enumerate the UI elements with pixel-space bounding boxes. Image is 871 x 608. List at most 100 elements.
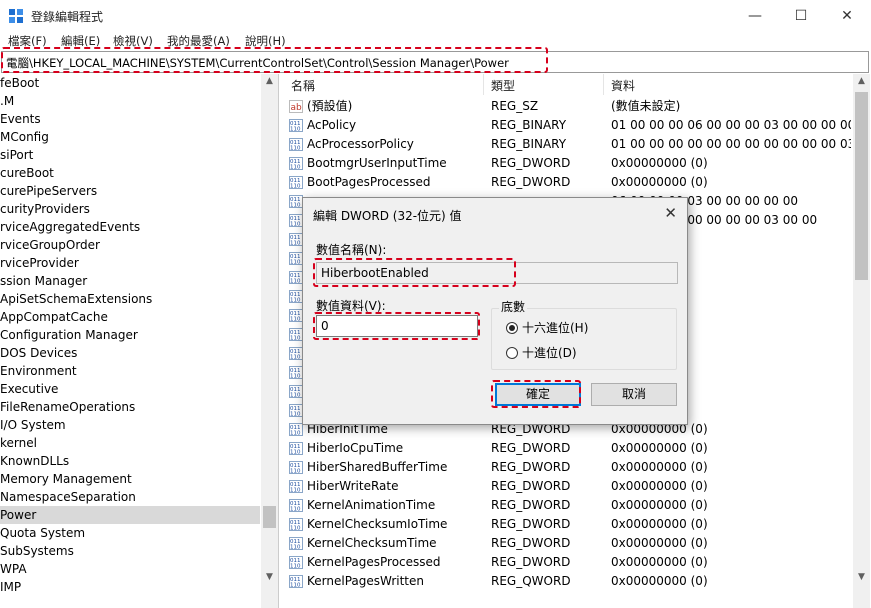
- binary-value-icon: 011 110: [289, 176, 303, 190]
- address-path: 電腦\HKEY_LOCAL_MACHINE\SYSTEM\CurrentCont…: [6, 56, 509, 70]
- tree-item[interactable]: Events: [0, 110, 260, 128]
- base-group-title: 底數: [499, 298, 528, 315]
- tree-item[interactable]: ssion Manager: [0, 272, 260, 290]
- tree-item[interactable]: Configuration Manager: [0, 326, 260, 344]
- tree-item[interactable]: Memory Management: [0, 470, 260, 488]
- svg-text:110: 110: [290, 355, 301, 361]
- menu-favorites[interactable]: 我的最愛(A): [167, 33, 230, 49]
- binary-value-icon: 011 110: [289, 157, 303, 171]
- tree-item[interactable]: rviceProvider: [0, 254, 260, 272]
- value-name: KernelPagesProcessed: [307, 555, 441, 569]
- svg-text:110: 110: [290, 431, 301, 437]
- scroll-down-icon[interactable]: ▼: [261, 572, 278, 582]
- scroll-up-icon[interactable]: ▲: [853, 76, 870, 86]
- value-name: KernelChecksumIoTime: [307, 517, 448, 531]
- value-row[interactable]: ab (預設值) REG_SZ (數值未設定): [285, 97, 855, 116]
- tree-item[interactable]: DOS Devices: [0, 344, 260, 362]
- scroll-down-icon[interactable]: ▼: [853, 572, 870, 582]
- value-row[interactable]: 011 110 BootPagesProcessed REG_DWORD 0x00000…: [285, 173, 855, 192]
- value-type: REG_DWORD: [491, 555, 571, 569]
- tree-item[interactable]: Environment: [0, 362, 260, 380]
- column-name[interactable]: 名稱: [291, 77, 315, 94]
- value-row[interactable]: 011 110 KernelChecksumIoTime REG_DWORD 0x000…: [285, 515, 855, 534]
- list-scroll-thumb[interactable]: [855, 92, 868, 280]
- binary-value-icon: 011 110: [289, 461, 303, 475]
- value-name-field[interactable]: HiberbootEnabled: [316, 262, 678, 284]
- value-type: REG_DWORD: [491, 479, 571, 493]
- tree-scroll-thumb[interactable]: [263, 506, 276, 528]
- binary-value-icon: 011 110: [289, 309, 303, 323]
- ok-button[interactable]: 確定: [495, 383, 581, 406]
- tree-item[interactable]: Power: [0, 506, 260, 524]
- tree-item[interactable]: FileRenameOperations: [0, 398, 260, 416]
- column-data[interactable]: 資料: [611, 77, 635, 94]
- tree-item[interactable]: .M: [0, 92, 260, 110]
- menu-help[interactable]: 說明(H): [245, 33, 286, 49]
- value-row[interactable]: 011 110 KernelAnimationTime REG_DWORD 0x0000…: [285, 496, 855, 515]
- tree-item[interactable]: rviceAggregatedEvents: [0, 218, 260, 236]
- menu-file[interactable]: 檔案(F): [8, 33, 47, 49]
- cancel-button[interactable]: 取消: [591, 383, 677, 406]
- value-type: REG_DWORD: [491, 536, 571, 550]
- binary-value-icon: 011 110: [289, 556, 303, 570]
- value-name: HiberWriteRate: [307, 479, 399, 493]
- key-tree-pane[interactable]: feBoot .M Events MConfig siPort cureBoot cureP…: [0, 74, 279, 608]
- value-row[interactable]: 011 110 HiberWriteRate REG_DWORD 0x00000000 …: [285, 477, 855, 496]
- tree-item[interactable]: ApiSetSchemaExtensions: [0, 290, 260, 308]
- list-scrollbar[interactable]: ▲ ▼: [853, 74, 870, 608]
- value-row[interactable]: 011 110 AcPolicy REG_BINARY 01 00 00 00 06 0…: [285, 116, 855, 135]
- minimize-button[interactable]: —: [732, 0, 778, 32]
- value-data-input[interactable]: 0: [316, 315, 478, 337]
- tree-item[interactable]: Quota System: [0, 524, 260, 542]
- maximize-button[interactable]: ☐: [778, 0, 824, 32]
- tree-item[interactable]: curePipeServers: [0, 182, 260, 200]
- value-row[interactable]: 011 110 BootmgrUserInputTime REG_DWORD 0x000…: [285, 154, 855, 173]
- value-row[interactable]: 011 110 KernelPagesProcessed REG_DWORD 0x000…: [285, 553, 855, 572]
- hex-radio[interactable]: 十六進位(H): [506, 319, 588, 336]
- tree-item[interactable]: curityProviders: [0, 200, 260, 218]
- value-row[interactable]: 011 110 HiberIoCpuTime REG_DWORD 0x00000000 …: [285, 439, 855, 458]
- value-row[interactable]: 011 110 HiberSharedBufferTime REG_DWORD 0x00…: [285, 458, 855, 477]
- value-row[interactable]: 011 110 KernelChecksumTime REG_DWORD 0x00000…: [285, 534, 855, 553]
- menu-bar: 檔案(F) 編輯(E) 檢視(V) 我的最愛(A) 說明(H): [0, 32, 871, 50]
- value-row[interactable]: 011 110 AcProcessorPolicy REG_BINARY 01 00 0…: [285, 135, 855, 154]
- binary-value-icon: 011 110: [289, 138, 303, 152]
- menu-view[interactable]: 檢視(V): [113, 33, 153, 49]
- tree-item[interactable]: SubSystems: [0, 542, 260, 560]
- binary-value-icon: 011 110: [289, 214, 303, 228]
- tree-item[interactable]: I/O System: [0, 416, 260, 434]
- dialog-close-icon[interactable]: ✕: [664, 204, 677, 222]
- tree-item[interactable]: KnownDLLs: [0, 452, 260, 470]
- tree-item[interactable]: rviceGroupOrder: [0, 236, 260, 254]
- scroll-up-icon[interactable]: ▲: [261, 76, 278, 86]
- binary-value-icon: 011 110: [289, 385, 303, 399]
- tree-item[interactable]: NamespaceSeparation: [0, 488, 260, 506]
- tree-item[interactable]: Executive: [0, 380, 260, 398]
- column-type[interactable]: 類型: [491, 77, 515, 94]
- edit-dword-dialog: 編輯 DWORD (32-位元) 值 ✕ 數值名稱(N): HiberbootE…: [302, 197, 688, 425]
- binary-value-icon: 011 110: [289, 480, 303, 494]
- address-bar[interactable]: 電腦\HKEY_LOCAL_MACHINE\SYSTEM\CurrentCont…: [1, 51, 869, 73]
- tree-scrollbar[interactable]: ▲ ▼: [261, 74, 278, 608]
- tree-item[interactable]: AppCompatCache: [0, 308, 260, 326]
- value-name: BootmgrUserInputTime: [307, 156, 447, 170]
- tree-item[interactable]: WPA: [0, 560, 260, 578]
- tree-item[interactable]: feBoot: [0, 74, 260, 92]
- binary-value-icon: 011 110: [289, 347, 303, 361]
- tree-item[interactable]: MConfig: [0, 128, 260, 146]
- menu-edit[interactable]: 編輯(E): [61, 33, 100, 49]
- decimal-radio[interactable]: 十進位(D): [506, 344, 577, 361]
- value-data: 0x00000000 (0): [611, 498, 708, 512]
- value-type: REG_DWORD: [491, 175, 571, 189]
- tree-item[interactable]: cureBoot: [0, 164, 260, 182]
- tree-item[interactable]: siPort: [0, 146, 260, 164]
- hex-radio-label: 十六進位(H): [522, 321, 589, 335]
- value-data: 0x00000000 (0): [611, 479, 708, 493]
- tree-item[interactable]: kernel: [0, 434, 260, 452]
- svg-text:110: 110: [290, 412, 301, 418]
- svg-text:110: 110: [290, 336, 301, 342]
- tree-item[interactable]: IMP: [0, 578, 260, 596]
- binary-value-icon: 011 110: [289, 252, 303, 266]
- close-button[interactable]: ✕: [824, 0, 870, 32]
- value-row[interactable]: 011 110 KernelPagesWritten REG_QWORD 0x00000…: [285, 572, 855, 591]
